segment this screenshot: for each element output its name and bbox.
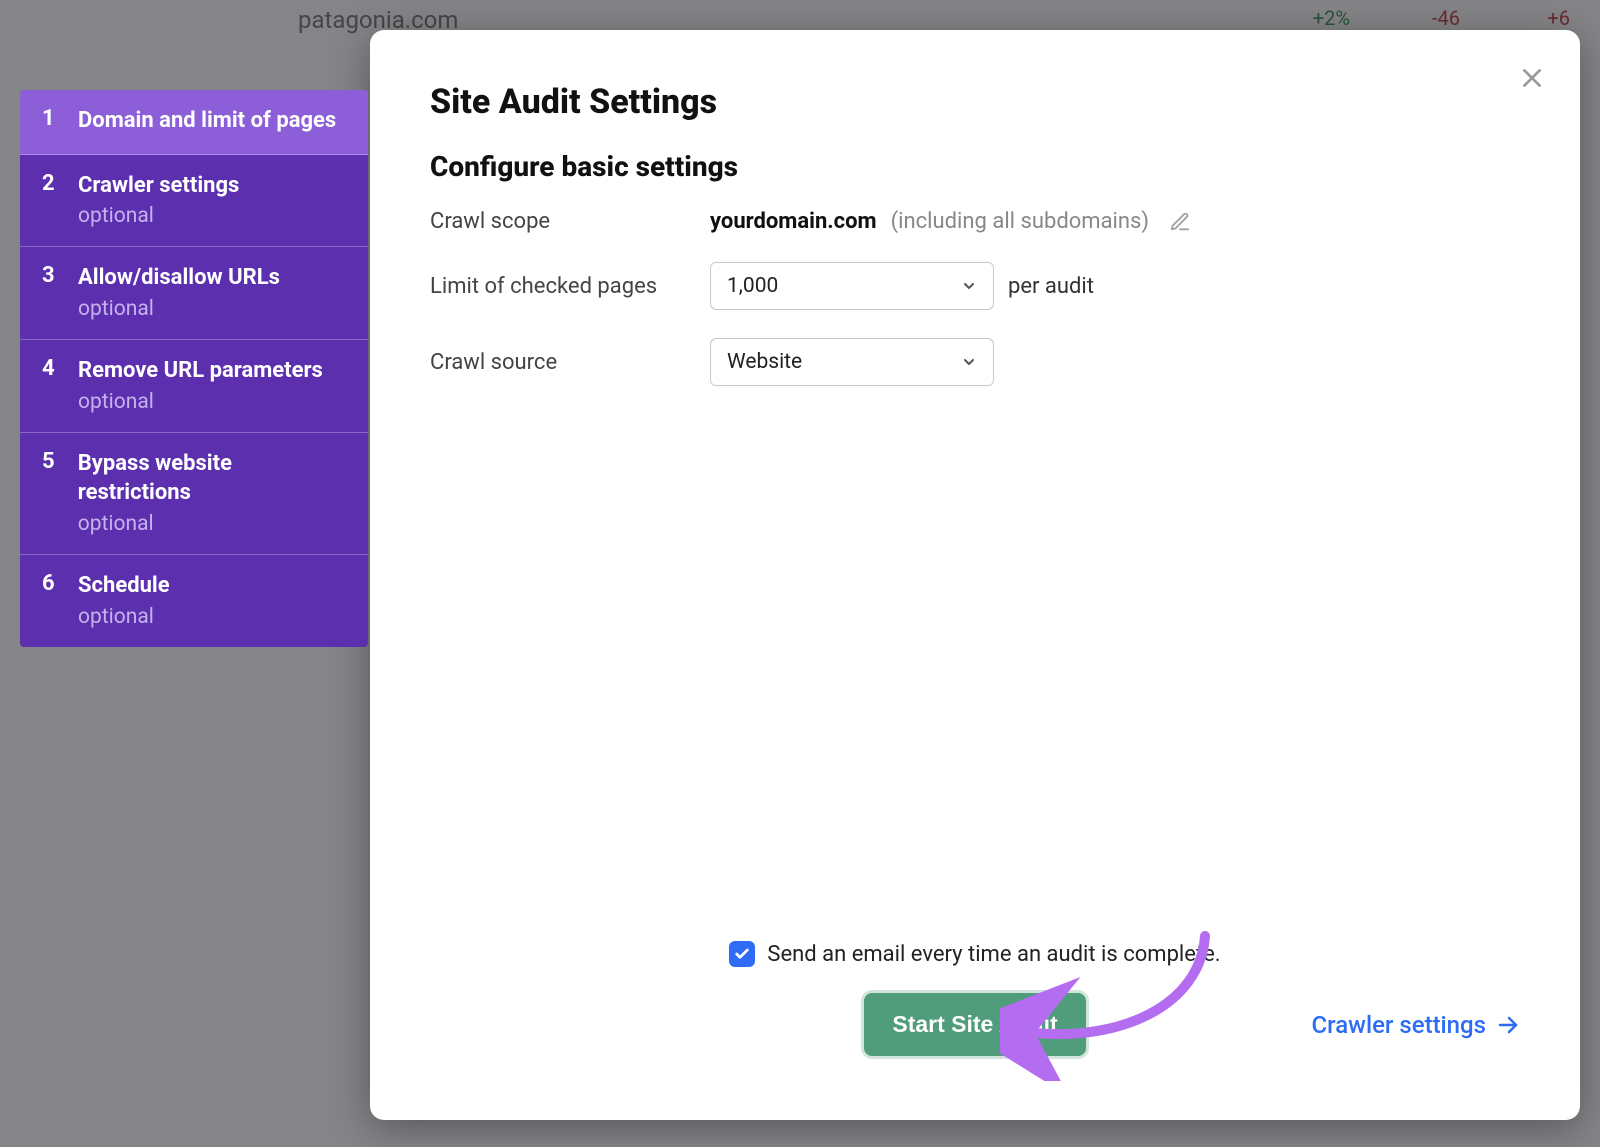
step-number: 5	[42, 449, 56, 536]
step-label: Crawler settings	[78, 171, 239, 201]
crawl-source-row: Crawl source Website	[430, 338, 1520, 386]
modal-subtitle: Configure basic settings	[430, 150, 1520, 183]
limit-select-value: 1,000	[727, 274, 778, 298]
wizard-step-sidebar: 1 Domain and limit of pages 2 Crawler se…	[20, 90, 368, 647]
step-label: Schedule	[78, 571, 170, 601]
step-number: 3	[42, 263, 56, 321]
step-label: Remove URL parameters	[78, 356, 323, 386]
step-remove-url-parameters[interactable]: 4 Remove URL parameters optional	[20, 340, 368, 433]
arrow-right-icon	[1496, 1013, 1520, 1037]
step-optional: optional	[78, 390, 323, 414]
crawl-scope-note: (including all subdomains)	[891, 209, 1149, 234]
step-number: 2	[42, 171, 56, 229]
step-optional: optional	[78, 512, 346, 536]
step-optional: optional	[78, 297, 280, 321]
step-optional: optional	[78, 204, 239, 228]
limit-row: Limit of checked pages 1,000 per audit	[430, 262, 1520, 310]
step-optional: optional	[78, 605, 170, 629]
start-site-audit-button[interactable]: Start Site Audit	[864, 993, 1085, 1056]
step-number: 1	[42, 106, 56, 136]
crawler-settings-link[interactable]: Crawler settings	[1311, 1011, 1520, 1039]
close-icon	[1519, 65, 1545, 91]
crawl-scope-row: Crawl scope yourdomain.com (including al…	[430, 209, 1520, 234]
limit-select[interactable]: 1,000	[710, 262, 994, 310]
modal-title: Site Audit Settings	[430, 82, 1520, 122]
chevron-down-icon	[961, 354, 977, 370]
chevron-down-icon	[961, 278, 977, 294]
step-label: Bypass website restrictions	[78, 449, 346, 508]
settings-form: Crawl scope yourdomain.com (including al…	[430, 209, 1520, 386]
site-audit-settings-modal: Site Audit Settings Configure basic sett…	[370, 30, 1580, 1120]
crawl-source-select[interactable]: Website	[710, 338, 994, 386]
step-label: Allow/disallow URLs	[78, 263, 280, 293]
crawl-scope-label: Crawl scope	[430, 209, 710, 234]
crawl-source-value: Website	[727, 350, 802, 374]
crawl-source-label: Crawl source	[430, 350, 710, 375]
step-number: 6	[42, 571, 56, 629]
close-button[interactable]	[1512, 58, 1552, 98]
step-bypass-website-restrictions[interactable]: 5 Bypass website restrictions optional	[20, 433, 368, 555]
pencil-icon	[1169, 211, 1191, 233]
limit-label: Limit of checked pages	[430, 274, 710, 299]
step-schedule[interactable]: 6 Schedule optional	[20, 555, 368, 647]
email-checkbox-label: Send an email every time an audit is com…	[767, 942, 1220, 967]
edit-crawl-scope-button[interactable]	[1169, 211, 1191, 233]
step-label: Domain and limit of pages	[78, 106, 336, 136]
limit-unit: per audit	[1008, 274, 1094, 299]
email-notification-row: Send an email every time an audit is com…	[729, 941, 1220, 967]
check-icon	[734, 946, 750, 962]
next-link-label: Crawler settings	[1311, 1011, 1486, 1039]
step-number: 4	[42, 356, 56, 414]
email-checkbox[interactable]	[729, 941, 755, 967]
crawl-scope-domain: yourdomain.com	[710, 209, 877, 234]
step-domain-and-limit[interactable]: 1 Domain and limit of pages	[20, 90, 368, 155]
step-allow-disallow-urls[interactable]: 3 Allow/disallow URLs optional	[20, 247, 368, 340]
step-crawler-settings[interactable]: 2 Crawler settings optional	[20, 155, 368, 248]
